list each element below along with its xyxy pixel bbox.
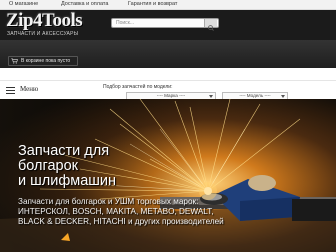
hero-banner: Запчасти для болгарок и шлифмашин Запчас… bbox=[0, 99, 336, 252]
hero-title-line-1: Запчасти для bbox=[18, 143, 110, 159]
cart-status-text: В корзине пока пусто bbox=[21, 58, 71, 64]
cart-button[interactable]: В корзине пока пусто bbox=[8, 56, 78, 66]
nav-warranty-link[interactable]: Гарантия и возврат bbox=[128, 1, 177, 8]
hero-subtitle-line-2: ИНТЕРСКОЛ, BOSCH, MAKITA, METABO, DEWALT… bbox=[18, 207, 214, 216]
chevron-down-icon bbox=[281, 95, 285, 98]
site-logo[interactable]: Zip4Tools bbox=[6, 11, 83, 31]
search-box bbox=[111, 18, 219, 31]
hero-subtitle-line-1: Запчасти для болгарок и УШМ торговых мар… bbox=[18, 197, 199, 206]
brand-select-value: ---- Марка ---- bbox=[156, 93, 186, 98]
cart-icon bbox=[11, 58, 18, 64]
hero-subtitle-line-3: BLACK & DECKER, HITACHI и других произво… bbox=[18, 217, 224, 226]
search-input[interactable] bbox=[112, 19, 202, 27]
hamburger-icon bbox=[6, 87, 15, 94]
model-filter-label: Подбор запчастей по модели: bbox=[103, 84, 173, 90]
site-logo-tagline: ЗАПЧАСТИ И АКСЕССУАРЫ bbox=[7, 31, 79, 37]
search-icon bbox=[208, 25, 214, 31]
nav-about-link[interactable]: О магазине bbox=[9, 1, 38, 8]
nav-delivery-link[interactable]: Доставка и оплата bbox=[61, 1, 108, 8]
top-navigation: О магазине Доставка и оплата Гарантия и … bbox=[0, 0, 336, 10]
search-button[interactable] bbox=[204, 19, 217, 31]
model-select-value: ---- Модель ---- bbox=[239, 93, 271, 98]
chevron-down-icon bbox=[209, 95, 213, 98]
hero-title-line-2: болгарок bbox=[18, 158, 79, 174]
menu-label: Меню bbox=[20, 85, 39, 93]
hero-title-line-3: и шлифмашин bbox=[18, 173, 117, 189]
